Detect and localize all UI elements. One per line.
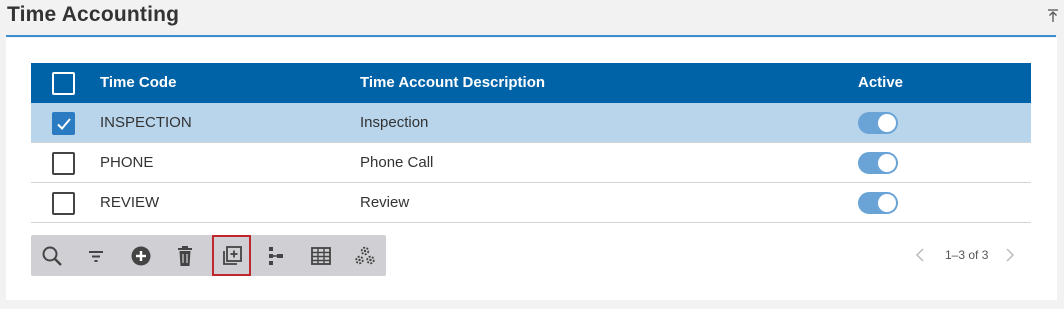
pagination: 1–3 of 3 [914,245,1024,267]
toggle-knob [878,114,896,132]
grid-view-button[interactable] [303,237,339,274]
settings-button[interactable] [347,237,383,274]
grid-view-icon [311,246,331,265]
active-toggle[interactable] [858,192,898,214]
grid-toolbar [31,235,386,276]
page-header: Time Accounting [0,0,1064,38]
filter-button[interactable] [78,237,114,274]
page-title: Time Accounting [7,3,180,26]
filter-icon [89,250,103,262]
add-button[interactable] [123,237,159,274]
toggle-knob [878,154,896,172]
column-header-description[interactable]: Time Account Description [360,63,545,103]
search-button[interactable] [34,237,70,274]
row-checkbox[interactable] [52,112,75,135]
table-row[interactable]: INSPECTION Inspection [31,103,1031,143]
row-checkbox[interactable] [52,152,75,175]
add-icon [131,246,151,265]
delete-icon [178,245,192,266]
hierarchy-icon [269,246,283,265]
hierarchy-button[interactable] [258,237,294,274]
collapse-up-icon[interactable] [1046,8,1060,24]
toggle-knob [878,194,896,212]
select-all-checkbox[interactable] [52,72,75,95]
table-row[interactable]: REVIEW Review [31,183,1031,223]
copy-add-icon [222,245,242,265]
time-code-grid: Time Code Time Account Description Activ… [31,63,1031,223]
row-checkbox[interactable] [52,192,75,215]
page-info: 1–3 of 3 [945,248,989,262]
table-row[interactable]: PHONE Phone Call [31,143,1031,183]
column-header-active[interactable]: Active [858,63,903,103]
search-icon [42,246,62,266]
previous-page-icon[interactable] [914,248,926,265]
cell-description: Inspection [360,114,429,131]
next-page-icon[interactable] [1004,248,1016,265]
copy-add-button[interactable] [212,235,251,276]
cell-description: Phone Call [360,154,434,171]
active-toggle[interactable] [858,112,898,134]
cell-time-code: REVIEW [100,194,160,211]
cell-description: Review [360,194,410,211]
settings-icon [355,246,375,264]
checkmark-icon [57,118,71,130]
delete-button[interactable] [167,237,203,274]
title-divider [6,35,1056,37]
grid-header-row: Time Code Time Account Description Activ… [31,63,1031,103]
cell-time-code: PHONE [100,154,154,171]
column-header-time-code[interactable]: Time Code [100,63,176,103]
active-toggle[interactable] [858,152,898,174]
cell-time-code: INSPECTION [100,114,192,131]
